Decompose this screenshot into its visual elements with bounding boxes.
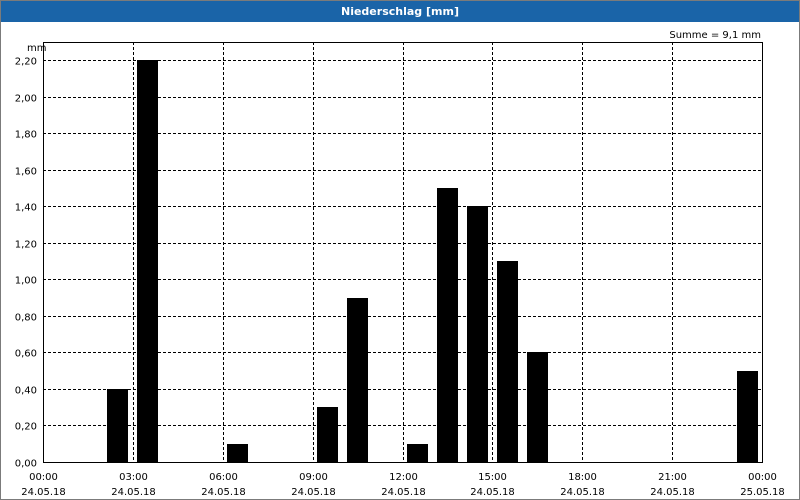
x-tick-date-label: 24.05.18 [21,487,66,498]
x-tick-date-label: 24.05.18 [201,487,246,498]
bar [437,188,458,462]
sum-annotation: Summe = 9,1 mm [669,30,761,41]
y-tick-label: 0,80 [15,313,37,324]
bar [137,60,158,462]
y-tick-label: 0,20 [15,422,37,433]
bar [407,444,428,462]
x-tick-time-label: 09:00 [299,472,328,483]
x-tick-date-label: 24.05.18 [111,487,156,498]
x-tick-date-label: 24.05.18 [291,487,336,498]
y-tick-label: 0,00 [15,459,37,470]
y-tick-label: 1,20 [15,240,37,251]
x-tick-time-label: 03:00 [119,472,148,483]
x-tick-time-label: 06:00 [209,472,238,483]
y-tick-label: 1,80 [15,130,37,141]
y-tick-label: 0,60 [15,349,37,360]
x-tick-date-label: 25.05.18 [740,487,785,498]
y-tick-label: 2,20 [15,57,37,68]
x-tick-time-label: 15:00 [478,472,507,483]
bar [737,371,758,462]
bar [227,444,248,462]
bar [497,261,518,462]
chart-window: Niederschlag [mm] 0,00 0,20 0,40 0,60 0,80 1,… [0,0,800,500]
x-tick-time-label: 00:00 [29,472,58,483]
y-tick-label: 0,40 [15,386,37,397]
y-tick-label: 1,40 [15,203,37,214]
x-tick-time-label: 12:00 [389,472,418,483]
bars [107,60,758,462]
x-tick-time-label: 21:00 [658,472,687,483]
bar [107,389,128,462]
y-tick-label: 2,00 [15,94,37,105]
x-tick-date-label: 24.05.18 [381,487,426,498]
bar [467,206,488,462]
x-tick-time-label: 18:00 [568,472,597,483]
x-tick-date-label: 24.05.18 [560,487,605,498]
y-tick-label: 1,00 [15,276,37,287]
bar [527,352,548,462]
y-axis-unit-label: mm [27,43,46,54]
precipitation-chart: 0,00 0,20 0,40 0,60 0,80 1,00 1,20 1,40 1,60 1,80… [15,30,785,498]
y-tick-label: 1,60 [15,167,37,178]
x-tick-time-label: 00:00 [748,472,777,483]
y-axis-ticks: 0,00 0,20 0,40 0,60 0,80 1,00 1,20 1,40 1,60 1,80… [15,57,37,470]
bar [317,407,338,462]
x-axis-ticks: 00:00 24.05.18 03:00 24.05.18 06:00 24.05.18 0… [21,472,785,498]
bar [347,298,368,462]
x-tick-date-label: 24.05.18 [650,487,695,498]
x-tick-date-label: 24.05.18 [470,487,515,498]
